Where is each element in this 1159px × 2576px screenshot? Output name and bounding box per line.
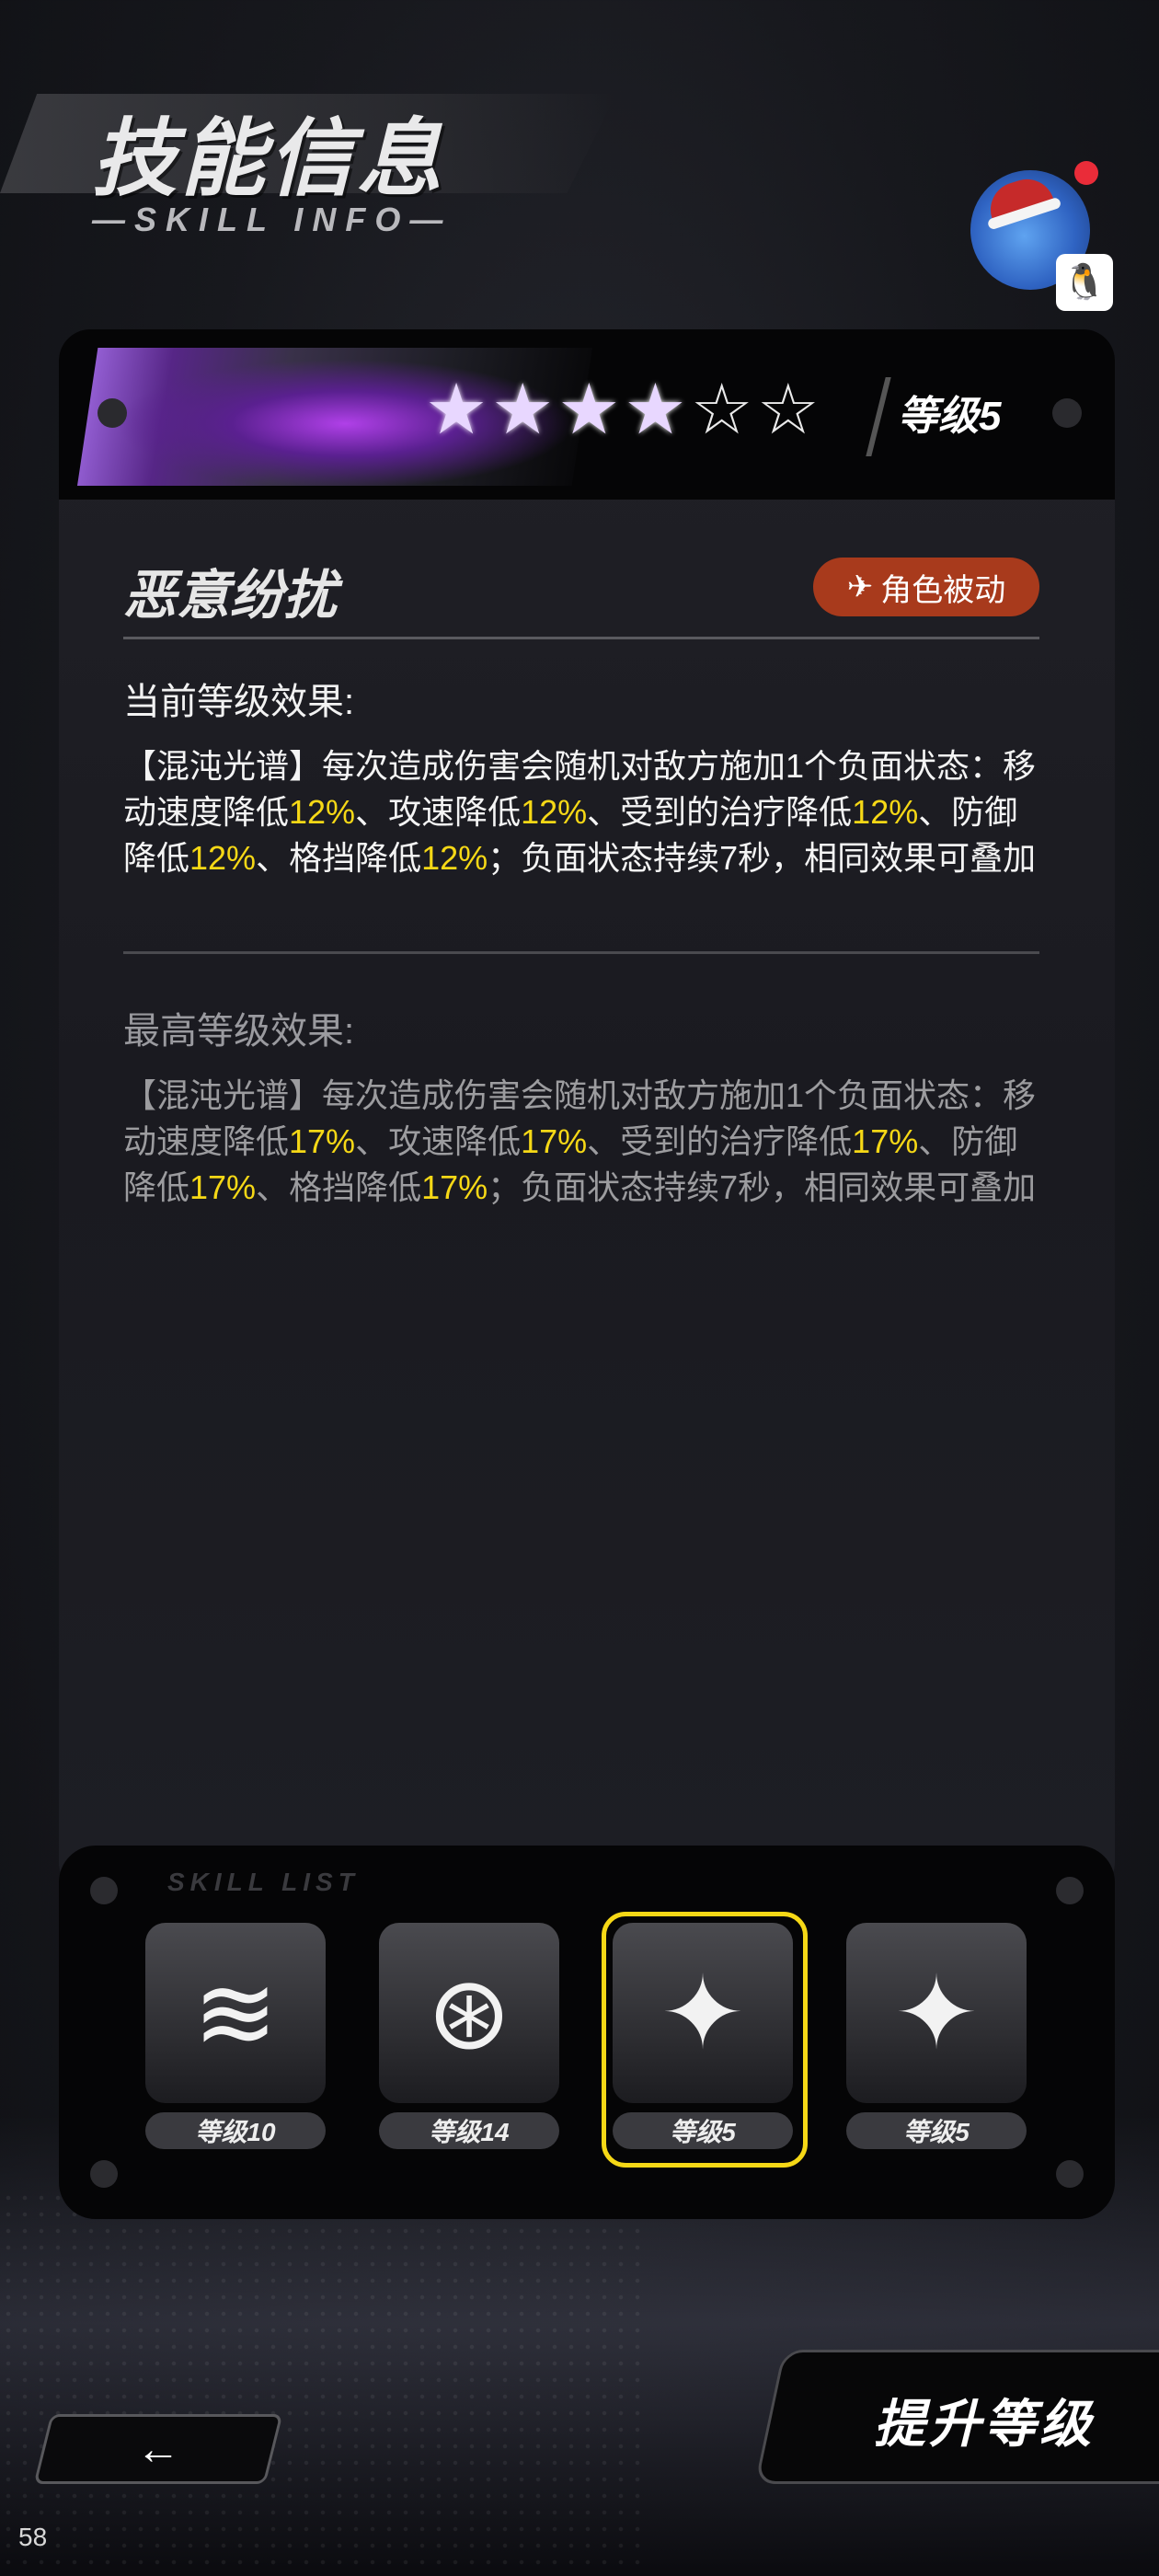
divider: [123, 951, 1039, 954]
page-title: 技能信息: [92, 112, 446, 206]
highlight-value: 12%: [289, 793, 356, 831]
highlight-value: 12%: [421, 839, 488, 877]
skill-slot-level: 等级5: [846, 2112, 1027, 2149]
divider: [123, 637, 1039, 639]
desc-text: 、受到的治疗降低: [587, 1122, 853, 1160]
plane-icon: ✈: [846, 569, 874, 604]
santa-hat-icon: [983, 172, 1055, 224]
blade-burst-icon: ≋: [145, 1923, 326, 2103]
star-filled-icon: ★: [491, 371, 555, 449]
spinning-orb-icon: ⊛: [379, 1923, 559, 2103]
level-divider: [866, 377, 891, 456]
star-filled-icon: ★: [557, 371, 621, 449]
notification-dot: [1074, 161, 1098, 185]
star-empty-icon: ☆: [756, 371, 820, 449]
highlight-value: 17%: [852, 1122, 919, 1160]
max-effect-desc: 【混沌光谱】每次造成伤害会随机对敌方施加1个负面状态：移动速度降低17%、攻速降…: [123, 1073, 1043, 1211]
back-button[interactable]: ←: [33, 2414, 283, 2484]
desc-text: 、攻速降低: [355, 793, 522, 831]
skill-type-label: 角色被动: [880, 572, 1006, 608]
skill-slot-level: 等级14: [379, 2112, 559, 2149]
skill-level: 等级5: [898, 394, 1002, 439]
arrow-left-icon: ←: [136, 2424, 180, 2474]
page-subtitle: —SKILL INFO—: [92, 201, 453, 238]
list-rivet: [90, 1877, 118, 1904]
star-filled-icon: ★: [425, 371, 488, 449]
skill-list-title: SKILL LIST: [167, 1868, 360, 1896]
list-rivet: [90, 2160, 118, 2188]
star-empty-icon: ☆: [690, 371, 753, 449]
list-rivet: [1056, 1877, 1084, 1904]
skill-slot-level: 等级5: [613, 2112, 793, 2149]
desc-text: ；负面状态持续7秒，相同效果可叠加: [488, 1168, 1037, 1206]
current-effect-title: 当前等级效果:: [123, 682, 355, 722]
desc-text: 、攻速降低: [355, 1122, 522, 1160]
banner-rivet: [98, 398, 127, 428]
highlight-value: 12%: [189, 839, 257, 877]
highlight-value: 17%: [521, 1122, 588, 1160]
skill-info-panel: ★ ★ ★ ★ ☆ ☆ 等级5 恶意纷扰 ✈ 角色被动 当前等级效果: 【混沌光谱】每次造…: [59, 329, 1115, 1893]
background-dot-pattern: [0, 2190, 644, 2576]
desc-text: 、受到的治疗降低: [587, 793, 853, 831]
skill-name: 恶意纷扰: [123, 566, 338, 626]
upgrade-button-label[interactable]: 提升等级: [874, 2383, 1095, 2457]
highlight-value: 17%: [421, 1168, 488, 1206]
skill-slot[interactable]: ✦ 等级5: [602, 1912, 808, 2168]
highlight-value: 17%: [189, 1168, 257, 1206]
skill-slot[interactable]: ≋ 等级10: [145, 1923, 326, 2153]
max-effect-title: 最高等级效果:: [123, 1011, 355, 1052]
page-number: 58: [18, 2523, 48, 2551]
skill-type-badge: ✈ 角色被动: [813, 558, 1039, 616]
skill-slot[interactable]: ✦ 等级5: [846, 1923, 1027, 2153]
current-effect-desc: 【混沌光谱】每次造成伤害会随机对敌方施加1个负面状态：移动速度降低12%、攻速降…: [123, 743, 1043, 881]
star-filled-icon: ★: [624, 371, 687, 449]
desc-text: 、格挡降低: [256, 839, 422, 877]
skill-slot-level: 等级10: [145, 2112, 326, 2149]
skill-slot[interactable]: ⊛ 等级14: [379, 1923, 559, 2153]
skill-list: SKILL LIST ≋ 等级10 ⊛ 等级14 ✦ 等级5 ✦ 等级5: [59, 1846, 1115, 2219]
highlight-value: 12%: [521, 793, 588, 831]
list-rivet: [1056, 2160, 1084, 2188]
highlight-value: 12%: [852, 793, 919, 831]
desc-text: ；负面状态持续7秒，相同效果可叠加: [488, 839, 1037, 877]
skill-banner: ★ ★ ★ ★ ☆ ☆ 等级5: [59, 329, 1115, 500]
desc-text: 、格挡降低: [256, 1168, 422, 1206]
highlight-value: 17%: [289, 1122, 356, 1160]
qq-icon: 🐧: [1056, 254, 1113, 311]
star-rating: ★ ★ ★ ★ ☆ ☆: [425, 374, 820, 447]
crosshair-star-icon: ✦: [613, 1923, 793, 2103]
banner-rivet: [1052, 398, 1082, 428]
crosshair-star-icon: ✦: [846, 1923, 1027, 2103]
